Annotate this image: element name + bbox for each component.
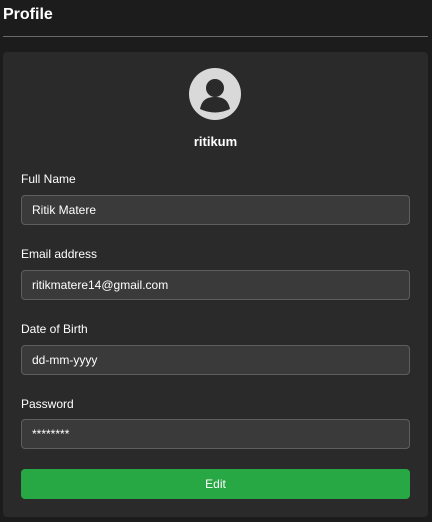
- email-input[interactable]: [21, 270, 410, 300]
- full-name-input[interactable]: [21, 195, 410, 225]
- page-title: Profile: [3, 6, 53, 23]
- user-circle-icon: [189, 68, 241, 120]
- password-label: Password: [21, 397, 74, 411]
- email-label: Email address: [21, 247, 98, 261]
- username: ritikum: [193, 134, 238, 149]
- dob-label: Date of Birth: [21, 322, 88, 336]
- dob-input[interactable]: [21, 345, 410, 375]
- header-divider: [3, 36, 428, 37]
- edit-button[interactable]: Edit: [21, 469, 410, 499]
- full-name-label: Full Name: [21, 172, 76, 186]
- profile-card: ritikum Full Name Email address Date of …: [3, 52, 428, 517]
- header: Profile: [0, 0, 432, 38]
- password-input[interactable]: [21, 419, 410, 449]
